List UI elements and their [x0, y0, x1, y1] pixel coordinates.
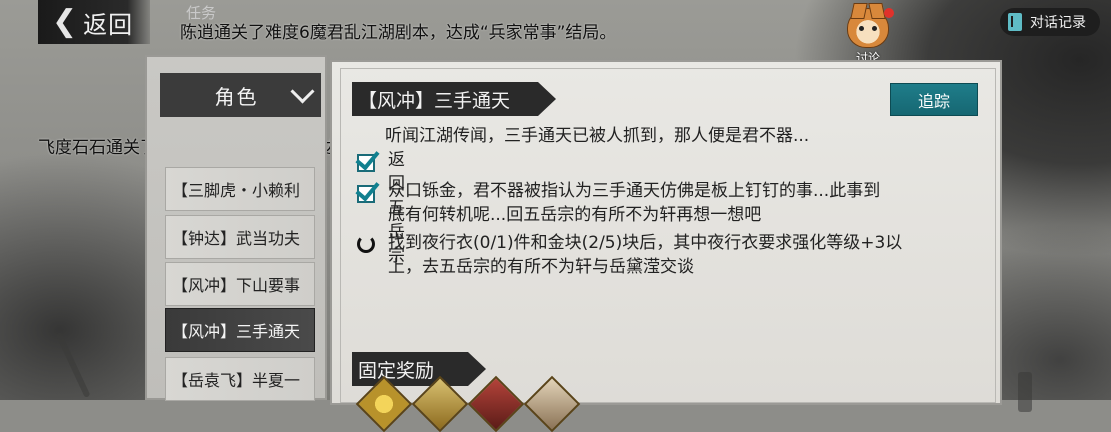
book-icon [1008, 13, 1022, 31]
progress-ring-icon [355, 233, 379, 257]
role-filter-label: 角色 [214, 84, 259, 109]
quest-list-item[interactable]: 【钟达】武当功夫 [165, 215, 315, 259]
cat-avatar-icon [847, 8, 889, 48]
notification-dot [884, 8, 894, 18]
back-label: 返回 [83, 10, 134, 39]
dialogue-log-label: 对话记录 [1030, 15, 1086, 31]
quest-step-text: 底有何转机呢...回五岳宗的有所不为轩再想一想吧 [388, 205, 762, 225]
bamboo-decoration [1018, 372, 1032, 412]
quest-list-item-label: 【岳袁飞】半夏一 [172, 371, 301, 390]
checkmark-icon [355, 176, 380, 205]
dialogue-log-button[interactable]: 对话记录 [1000, 8, 1100, 36]
quest-list-item[interactable]: 【三脚虎・小赖利 [165, 167, 315, 211]
quest-step-text: 众口铄金，君不器被指认为三手通天仿佛是板上钉钉的事...此事到 [388, 181, 881, 201]
chevron-down-icon [290, 79, 315, 104]
checkmark-icon [355, 145, 380, 174]
quest-list-item[interactable]: 【风冲】下山要事 [165, 262, 315, 306]
track-button-label: 追踪 [917, 91, 950, 111]
quest-list-item-label: 【三脚虎・小赖利 [172, 181, 301, 200]
quest-list-item-label: 【风冲】三手通天 [172, 322, 301, 341]
discuss-button[interactable]: 讨论 [842, 8, 894, 65]
quest-step-text: 找到夜行衣(0/1)件和金块(2/5)块后，其中夜行衣要求强化等级+3以 [388, 233, 903, 253]
quest-list-item-label: 【钟达】武当功夫 [172, 229, 301, 248]
quest-list-item-selected[interactable]: 【风冲】三手通天 [165, 308, 315, 352]
quest-step-text: 上，去五岳宗的有所不为轩与岳黛滢交谈 [388, 257, 694, 277]
quest-description: 听闻江湖传闻，三手通天已被人抓到，那人便是君不器... [385, 126, 810, 146]
quest-list-item[interactable]: 【岳袁飞】半夏一 [165, 357, 315, 401]
rewards-header: 固定奖励 [352, 352, 486, 386]
track-button[interactable]: 追踪 [890, 83, 978, 116]
chevron-left-icon: ❮ [52, 4, 78, 39]
quest-title-text: 【风冲】三手通天 [358, 89, 511, 112]
role-filter-dropdown[interactable]: 角色 [160, 73, 321, 117]
broadcast-ticker: 陈逍通关了难度6魔君乱江湖剧本，达成“兵家常事”结局。 [180, 23, 617, 43]
quest-list-item-label: 【风冲】下山要事 [172, 276, 301, 295]
rewards-header-text: 固定奖励 [358, 359, 435, 382]
quest-title: 【风冲】三手通天 [352, 82, 556, 116]
back-button[interactable]: ❮ 返回 [38, 0, 150, 44]
